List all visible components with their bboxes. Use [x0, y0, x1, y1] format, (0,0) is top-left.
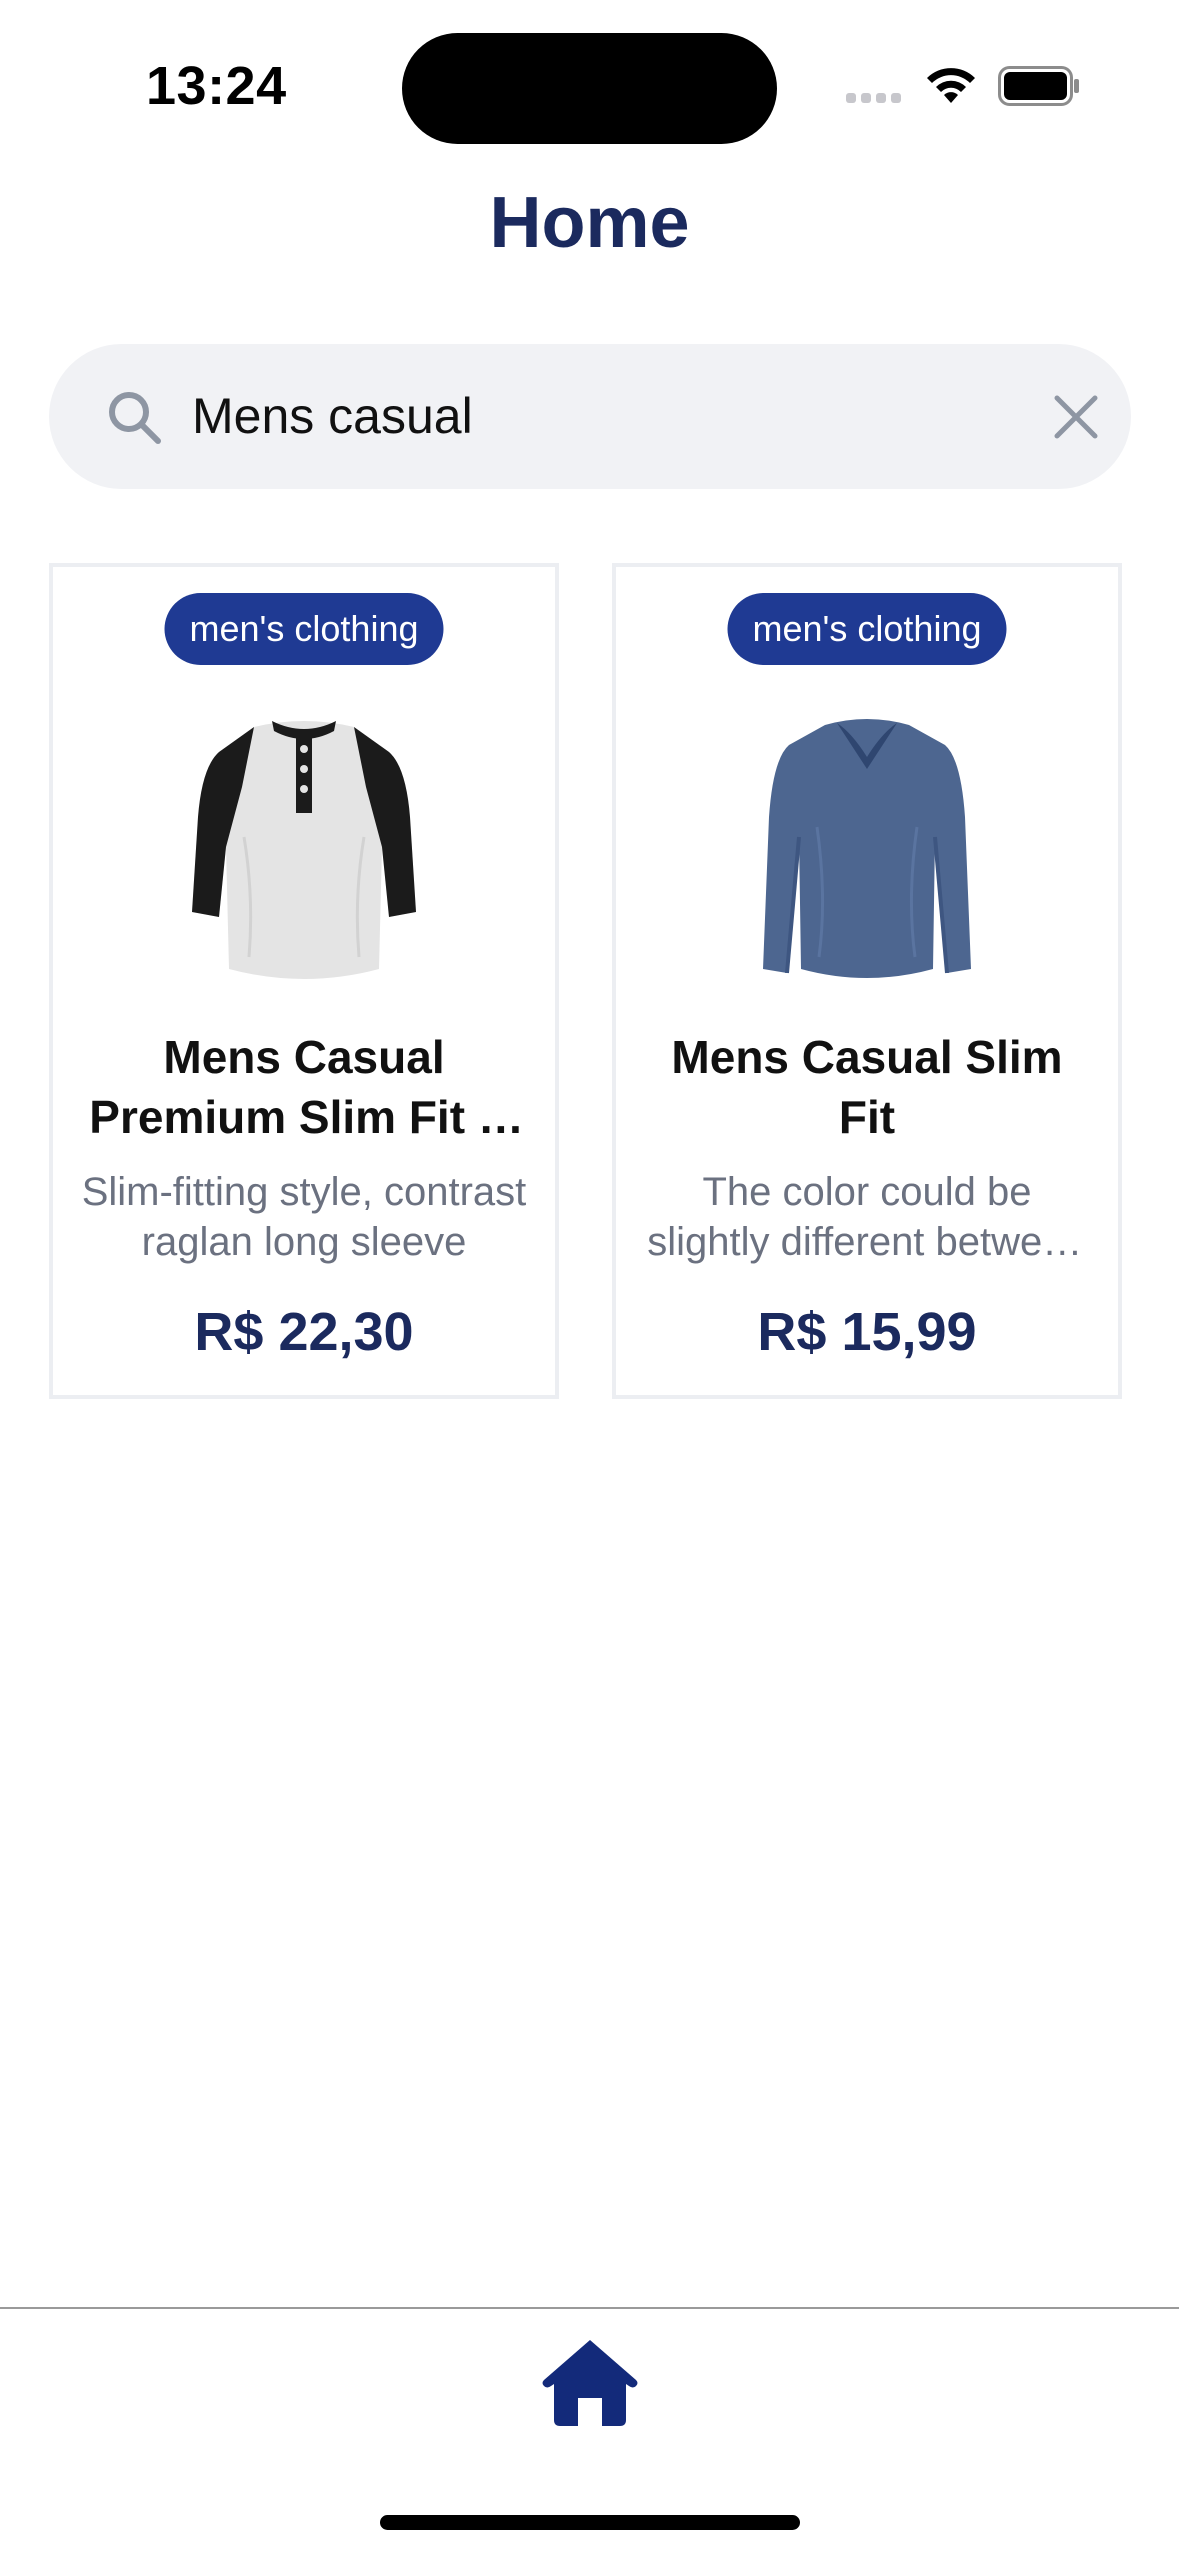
category-badge: men's clothing — [164, 593, 444, 665]
cellular-signal-icon — [846, 93, 901, 103]
product-price: R$ 15,99 — [757, 1302, 977, 1362]
home-icon[interactable] — [540, 2336, 640, 2428]
status-time: 13:24 — [146, 56, 287, 116]
close-icon[interactable] — [1051, 392, 1101, 442]
search-icon — [109, 392, 161, 444]
product-image — [192, 721, 416, 979]
category-badge: men's clothing — [727, 593, 1007, 665]
product-card[interactable]: men's clothing Mens Casual Slim Fit The … — [612, 563, 1122, 1399]
search-input[interactable] — [192, 374, 992, 458]
product-description: The color could be slightly different be… — [647, 1170, 1087, 1264]
product-image — [763, 719, 971, 978]
battery-icon — [998, 66, 1079, 106]
wifi-icon — [927, 68, 975, 103]
page-title: Home — [489, 183, 690, 263]
product-title: Mens Casual Premium Slim Fit T-Shirts — [89, 1031, 519, 1143]
product-title: Mens Casual Slim Fit — [671, 1031, 1063, 1143]
home-indicator — [380, 2515, 800, 2530]
search-bar[interactable] — [49, 344, 1131, 489]
product-card[interactable]: men's clothing Mens Casual Premium Slim … — [49, 563, 559, 1399]
dynamic-island — [402, 33, 777, 144]
product-price: R$ 22,30 — [194, 1302, 414, 1362]
product-description: Slim-fitting style, contrast raglan long… — [81, 1170, 527, 1264]
home-screen: 13:24 Home men's clothing — [0, 0, 1179, 2556]
tab-bar-divider — [0, 2307, 1179, 2309]
